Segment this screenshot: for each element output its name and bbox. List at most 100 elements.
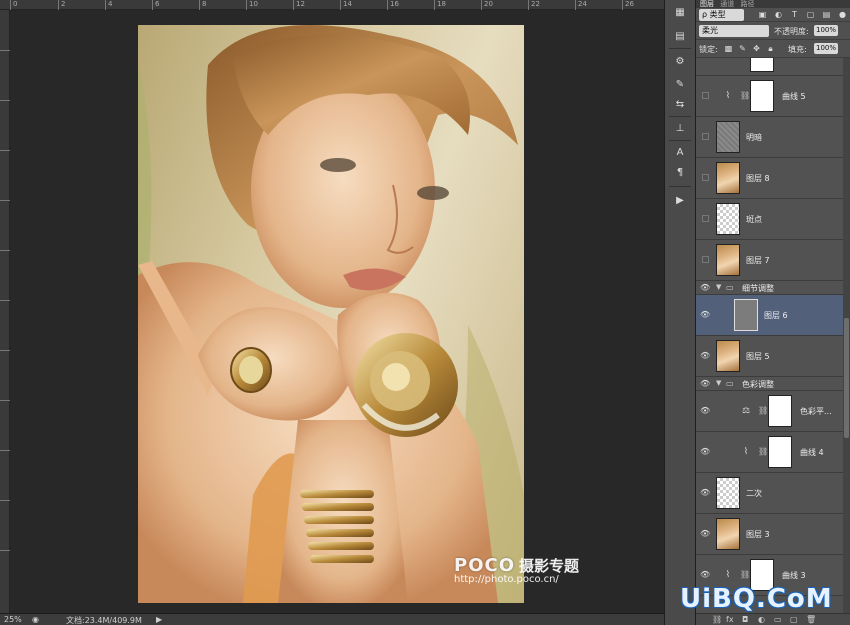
opacity-input[interactable]: 100% bbox=[814, 25, 838, 36]
status-menu-arrow-icon[interactable]: ▶ bbox=[156, 615, 162, 624]
layer-row[interactable] bbox=[696, 58, 843, 76]
delete-layer-icon[interactable]: 🗑︎ bbox=[806, 615, 816, 624]
link-icon[interactable]: ⛓︎ bbox=[740, 90, 750, 102]
layer-group-row[interactable]: 👁︎ ▼ ▭ 细节调整 bbox=[696, 281, 843, 295]
link-layers-icon[interactable]: ⛓︎ bbox=[712, 615, 722, 624]
tab-paths[interactable]: 路径 bbox=[740, 0, 754, 8]
layer-name[interactable]: 图层 6 bbox=[764, 310, 788, 321]
layer-group-row[interactable]: 👁︎ ▼ ▭ 色彩调整 bbox=[696, 377, 843, 391]
eye-icon[interactable]: 👁︎ bbox=[700, 529, 710, 539]
eye-icon[interactable]: 👁︎ bbox=[700, 283, 710, 293]
layer-thumbnail[interactable] bbox=[716, 203, 740, 235]
layer-thumbnail[interactable] bbox=[716, 518, 740, 550]
layer-row[interactable]: 👁︎ 二次 bbox=[696, 473, 843, 514]
play-action-icon[interactable]: ▶ bbox=[672, 194, 688, 208]
lock-position-icon[interactable]: ✥ bbox=[752, 44, 761, 53]
layer-name[interactable]: 图层 7 bbox=[746, 255, 770, 266]
layer-name[interactable]: 曲线 3 bbox=[782, 570, 806, 581]
visibility-toggle[interactable] bbox=[702, 256, 709, 263]
layer-mask-thumbnail[interactable] bbox=[768, 395, 792, 427]
layer-row[interactable]: 👁︎ 图层 3 bbox=[696, 514, 843, 555]
new-layer-icon[interactable]: ▢ bbox=[790, 615, 798, 624]
layer-row-selected[interactable]: 👁︎ 图层 6 bbox=[696, 295, 843, 336]
pixel-filter-icon[interactable]: ▣ bbox=[758, 10, 767, 19]
lock-all-icon[interactable]: 🔒︎ bbox=[766, 44, 775, 53]
layer-thumbnail[interactable] bbox=[716, 121, 740, 153]
paragraph-icon[interactable]: ¶ bbox=[672, 166, 688, 180]
layer-name[interactable]: 图层 8 bbox=[746, 173, 770, 184]
layer-name[interactable]: 图层 3 bbox=[746, 529, 770, 540]
visibility-toggle[interactable] bbox=[702, 174, 709, 181]
layer-name[interactable]: 色彩平... bbox=[800, 406, 832, 417]
layer-name[interactable]: 斑点 bbox=[746, 214, 762, 225]
layer-mask-thumbnail[interactable] bbox=[768, 436, 792, 468]
eye-icon[interactable]: 👁︎ bbox=[700, 447, 710, 457]
properties-icon[interactable]: ⚙ bbox=[672, 55, 688, 69]
smart-filter-icon[interactable]: ▤ bbox=[822, 10, 831, 19]
link-icon[interactable]: ⛓︎ bbox=[740, 569, 750, 581]
layer-row[interactable]: 明暗 bbox=[696, 117, 843, 158]
layers-scrollbar[interactable] bbox=[843, 58, 850, 613]
group-name[interactable]: 色彩调整 bbox=[742, 379, 774, 390]
layer-mask-thumbnail[interactable] bbox=[750, 58, 774, 72]
link-icon[interactable]: ⛓︎ bbox=[758, 446, 768, 458]
group-expand-arrow-icon[interactable]: ▼ bbox=[716, 283, 721, 291]
eye-icon[interactable]: 👁︎ bbox=[700, 406, 710, 416]
eye-icon[interactable]: 👁︎ bbox=[700, 379, 710, 389]
tab-channels[interactable]: 通道 bbox=[720, 0, 734, 8]
layer-thumbnail[interactable] bbox=[716, 340, 740, 372]
swatches-icon[interactable]: ▤ bbox=[672, 30, 688, 44]
eye-icon[interactable]: 👁︎ bbox=[700, 310, 710, 320]
new-adjustment-icon[interactable]: ◐ bbox=[758, 615, 765, 624]
visibility-toggle[interactable] bbox=[702, 92, 709, 99]
eye-icon[interactable]: 👁︎ bbox=[700, 570, 710, 580]
add-mask-icon[interactable]: ◘ bbox=[742, 615, 748, 624]
zoom-level[interactable]: 25% bbox=[4, 615, 22, 624]
scrollbar-thumb[interactable] bbox=[844, 318, 849, 438]
layer-kind-filter[interactable]: ρ 类型 bbox=[699, 9, 744, 21]
layer-name[interactable]: 明暗 bbox=[746, 132, 762, 143]
layer-name[interactable]: 曲线 5 bbox=[782, 91, 806, 102]
layer-thumbnail[interactable] bbox=[716, 477, 740, 509]
lock-transparent-icon[interactable]: ▩ bbox=[724, 44, 733, 53]
stamp-icon[interactable]: ⊥ bbox=[672, 122, 688, 136]
layer-thumbnail[interactable] bbox=[716, 244, 740, 276]
lock-pixels-icon[interactable]: ✎ bbox=[738, 44, 747, 53]
group-name[interactable]: 细节调整 bbox=[742, 283, 774, 294]
eye-icon[interactable]: 👁︎ bbox=[700, 488, 710, 498]
layer-name[interactable]: 曲线 4 bbox=[800, 447, 824, 458]
visibility-toggle[interactable] bbox=[702, 215, 709, 222]
type-filter-icon[interactable]: T bbox=[790, 10, 799, 19]
layer-row[interactable]: 图层 7 bbox=[696, 240, 843, 281]
eye-icon[interactable]: 👁︎ bbox=[700, 351, 710, 361]
layer-name[interactable]: 图层 5 bbox=[746, 351, 770, 362]
link-icon[interactable]: ⛓︎ bbox=[758, 405, 768, 417]
group-expand-arrow-icon[interactable]: ▼ bbox=[716, 379, 721, 387]
adjust-icon[interactable]: ⇆ bbox=[672, 98, 688, 112]
layer-name[interactable]: 二次 bbox=[746, 488, 762, 499]
ruler-label: 2 bbox=[58, 0, 65, 10]
portrait-photo[interactable] bbox=[138, 25, 524, 603]
blend-mode-select[interactable]: 柔光 bbox=[699, 25, 769, 37]
tab-layers[interactable]: 图层 bbox=[700, 0, 714, 8]
history-icon[interactable]: ▦ bbox=[672, 6, 688, 20]
filter-toggle-icon[interactable]: ● bbox=[838, 10, 847, 19]
fill-input[interactable]: 100% bbox=[814, 43, 838, 54]
layer-row[interactable]: 图层 8 bbox=[696, 158, 843, 199]
layer-row[interactable]: 👁︎ ⌇ ⛓︎ 曲线 4 bbox=[696, 432, 843, 473]
layer-thumbnail[interactable] bbox=[734, 299, 758, 331]
fx-icon[interactable]: fx bbox=[726, 615, 734, 624]
document-canvas[interactable]: POCO 摄影专题 http://photo.poco.cn/ bbox=[10, 10, 664, 613]
layer-row[interactable]: ⌇ ⛓︎ 曲线 5 bbox=[696, 76, 843, 117]
visibility-toggle[interactable] bbox=[702, 133, 709, 140]
layer-thumbnail[interactable] bbox=[716, 162, 740, 194]
new-group-icon[interactable]: ▭ bbox=[774, 615, 782, 624]
layer-mask-thumbnail[interactable] bbox=[750, 80, 774, 112]
shape-filter-icon[interactable]: ▢ bbox=[806, 10, 815, 19]
brush-icon[interactable]: ✎ bbox=[672, 78, 688, 92]
layer-row[interactable]: 斑点 bbox=[696, 199, 843, 240]
layer-row[interactable]: 👁︎ ⚖︎ ⛓︎ 色彩平... bbox=[696, 391, 843, 432]
layer-row[interactable]: 👁︎ 图层 5 bbox=[696, 336, 843, 377]
character-icon[interactable]: A bbox=[672, 146, 688, 160]
adjust-filter-icon[interactable]: ◐ bbox=[774, 10, 783, 19]
